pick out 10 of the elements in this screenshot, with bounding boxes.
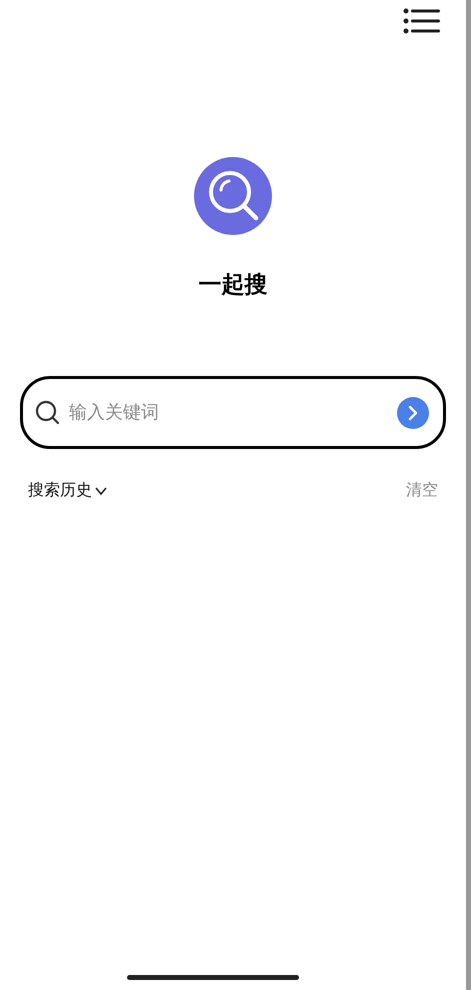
menu-icon[interactable]: [403, 8, 441, 34]
app-title: 一起搜: [198, 270, 268, 299]
clear-button[interactable]: 清空: [406, 479, 438, 503]
search-bar[interactable]: 输入关键词: [20, 376, 446, 449]
search-icon: [35, 400, 61, 426]
history-toggle[interactable]: 搜索历史: [28, 479, 108, 503]
submit-button[interactable]: [397, 396, 429, 428]
search-logo-icon: [194, 157, 272, 235]
search-input[interactable]: 输入关键词: [69, 399, 389, 426]
chevron-right-icon: [407, 404, 419, 420]
